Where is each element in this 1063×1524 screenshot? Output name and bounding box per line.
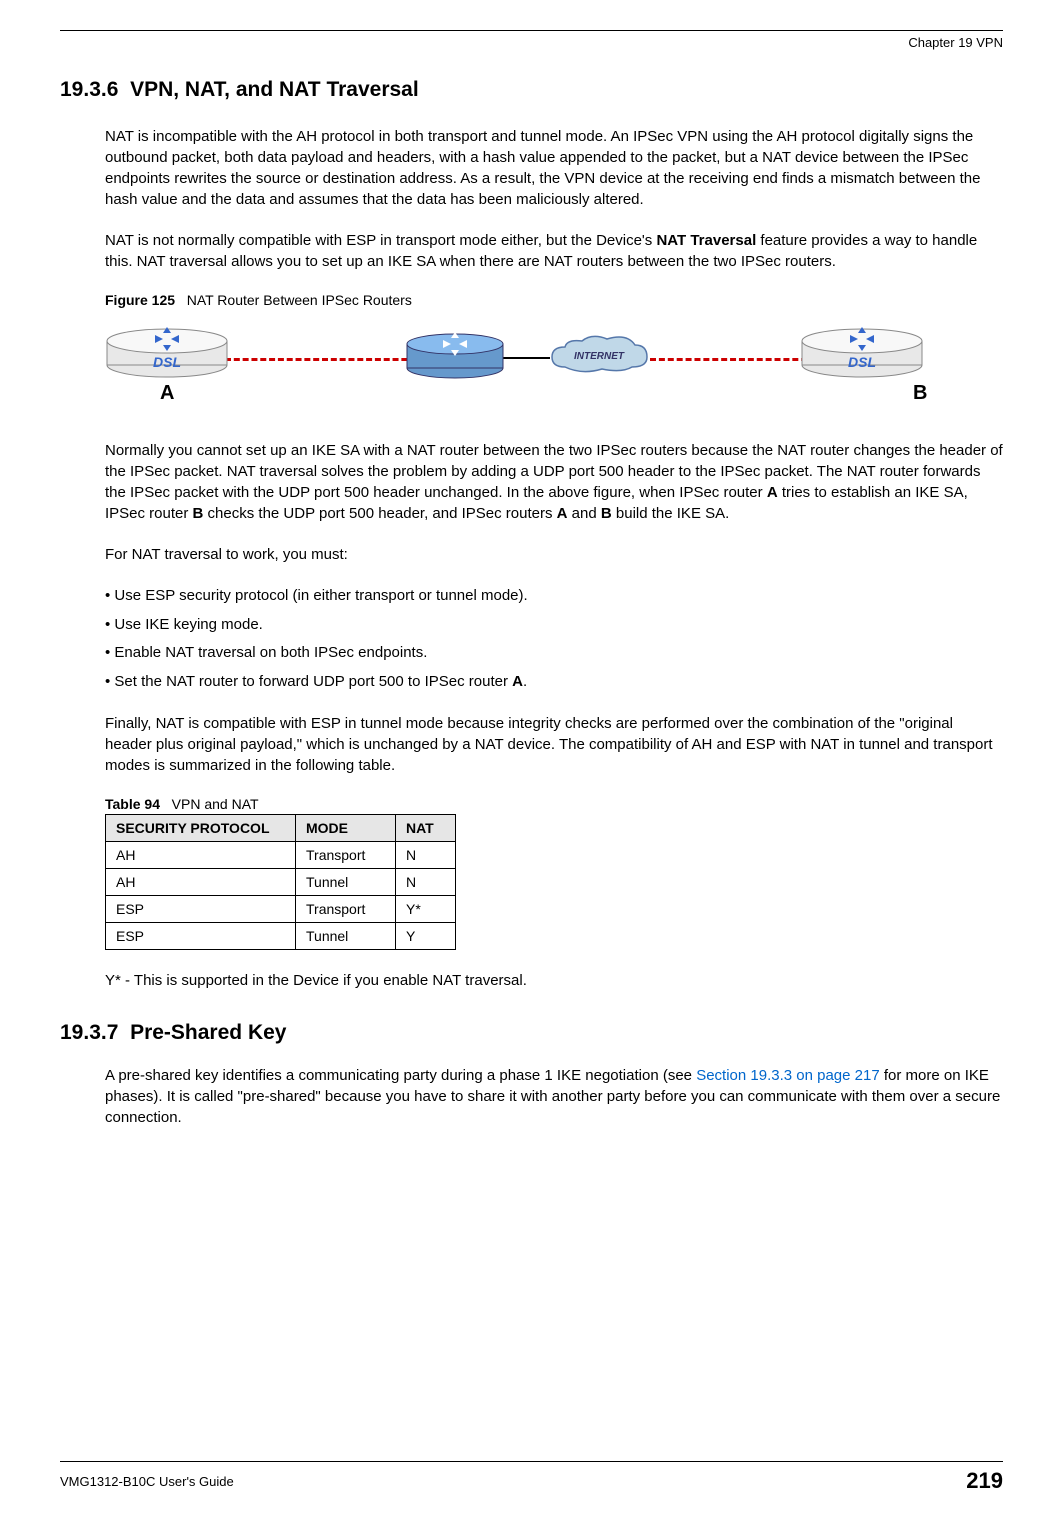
p3-a2: A: [557, 505, 568, 522]
td: AH: [106, 869, 296, 896]
td: ESP: [106, 896, 296, 923]
section-link[interactable]: Section 19.3.3 on page 217: [696, 1067, 880, 1084]
para2-pre: NAT is not normally compatible with ESP …: [105, 232, 656, 249]
chapter-label: Chapter 19 VPN: [60, 35, 1003, 50]
figure-label-b: B: [913, 382, 927, 405]
para-nat-ah: NAT is incompatible with the AH protocol…: [105, 126, 1003, 210]
list-item: Set the NAT router to forward UDP port 5…: [105, 671, 1003, 694]
dashed-line-left: [225, 358, 425, 361]
internet-cloud-icon: INTERNET: [547, 335, 652, 377]
td: ESP: [106, 923, 296, 950]
td: Tunnel: [296, 869, 396, 896]
td: N: [396, 842, 456, 869]
dashed-line-right: [650, 358, 825, 361]
para-ike-sa: Normally you cannot set up an IKE SA wit…: [105, 440, 1003, 524]
figure-diagram: DSL INTERNET: [105, 320, 925, 420]
table-footnote: Y* - This is supported in the Device if …: [105, 970, 1003, 991]
table-label: Table 94: [105, 796, 160, 812]
td: Transport: [296, 842, 396, 869]
section-number: 19.3.6: [60, 78, 118, 101]
para-nat-esp: NAT is not normally compatible with ESP …: [105, 230, 1003, 272]
table-caption: Table 94 VPN and NAT: [105, 796, 1003, 812]
section-heading-2: 19.3.7 Pre-Shared Key: [60, 1021, 1003, 1045]
section-heading-1: 19.3.6 VPN, NAT, and NAT Traversal: [60, 78, 1003, 102]
figure-caption: Figure 125 NAT Router Between IPSec Rout…: [105, 292, 1003, 308]
table-row: AH Tunnel N: [106, 869, 456, 896]
th-protocol: SECURITY PROTOCOL: [106, 815, 296, 842]
list-item: Use IKE keying mode.: [105, 614, 1003, 637]
footer-page-number: 219: [966, 1468, 1003, 1494]
section-number-2: 19.3.7: [60, 1021, 118, 1044]
svg-text:DSL: DSL: [848, 354, 876, 370]
dsl-router-a-icon: DSL: [105, 325, 230, 380]
b4-pre: Set the NAT router to forward UDP port 5…: [114, 673, 512, 690]
td: Y: [396, 923, 456, 950]
footer-rule: [60, 1461, 1003, 1462]
p3-b: B: [193, 505, 204, 522]
td: N: [396, 869, 456, 896]
p3-and: and: [568, 505, 601, 522]
footer-guide: VMG1312-B10C User's Guide: [60, 1474, 234, 1489]
para-esp-tunnel: Finally, NAT is compatible with ESP in t…: [105, 713, 1003, 776]
psk-pre: A pre-shared key identifies a communicat…: [105, 1067, 696, 1084]
td: Transport: [296, 896, 396, 923]
td: AH: [106, 842, 296, 869]
p3-end: build the IKE SA.: [612, 505, 730, 522]
p3-b2: B: [601, 505, 612, 522]
page-footer: VMG1312-B10C User's Guide 219: [60, 1461, 1003, 1494]
dsl-router-b-icon: DSL: [800, 325, 925, 380]
b4-post: .: [523, 673, 527, 690]
table-row: ESP Transport Y*: [106, 896, 456, 923]
svg-text:INTERNET: INTERNET: [574, 351, 625, 362]
vpn-nat-table: SECURITY PROTOCOL MODE NAT AH Transport …: [105, 814, 456, 950]
p3-mid2: checks the UDP port 500 header, and IPSe…: [203, 505, 556, 522]
figure-label: Figure 125: [105, 292, 175, 308]
table-row: AH Transport N: [106, 842, 456, 869]
para-requirements-intro: For NAT traversal to work, you must:: [105, 544, 1003, 565]
table-title: VPN and NAT: [172, 796, 259, 812]
list-item: Use ESP security protocol (in either tra…: [105, 585, 1003, 608]
b4-bold: A: [512, 673, 523, 690]
figure-label-a: A: [160, 382, 174, 405]
section-title-2: Pre-Shared Key: [130, 1021, 286, 1044]
section-title: VPN, NAT, and NAT Traversal: [130, 78, 419, 101]
table-row: ESP Tunnel Y: [106, 923, 456, 950]
nat-router-icon: [405, 330, 505, 380]
svg-text:DSL: DSL: [153, 354, 181, 370]
table-header-row: SECURITY PROTOCOL MODE NAT: [106, 815, 456, 842]
requirements-list: Use ESP security protocol (in either tra…: [105, 585, 1003, 693]
para-preshared: A pre-shared key identifies a communicat…: [105, 1065, 1003, 1128]
td: Tunnel: [296, 923, 396, 950]
th-nat: NAT: [396, 815, 456, 842]
p3-a1: A: [767, 484, 778, 501]
list-item: Enable NAT traversal on both IPSec endpo…: [105, 642, 1003, 665]
nat-traversal-bold: NAT Traversal: [656, 232, 756, 249]
td: Y*: [396, 896, 456, 923]
header-rule: [60, 30, 1003, 31]
figure-title: NAT Router Between IPSec Routers: [187, 292, 412, 308]
th-mode: MODE: [296, 815, 396, 842]
